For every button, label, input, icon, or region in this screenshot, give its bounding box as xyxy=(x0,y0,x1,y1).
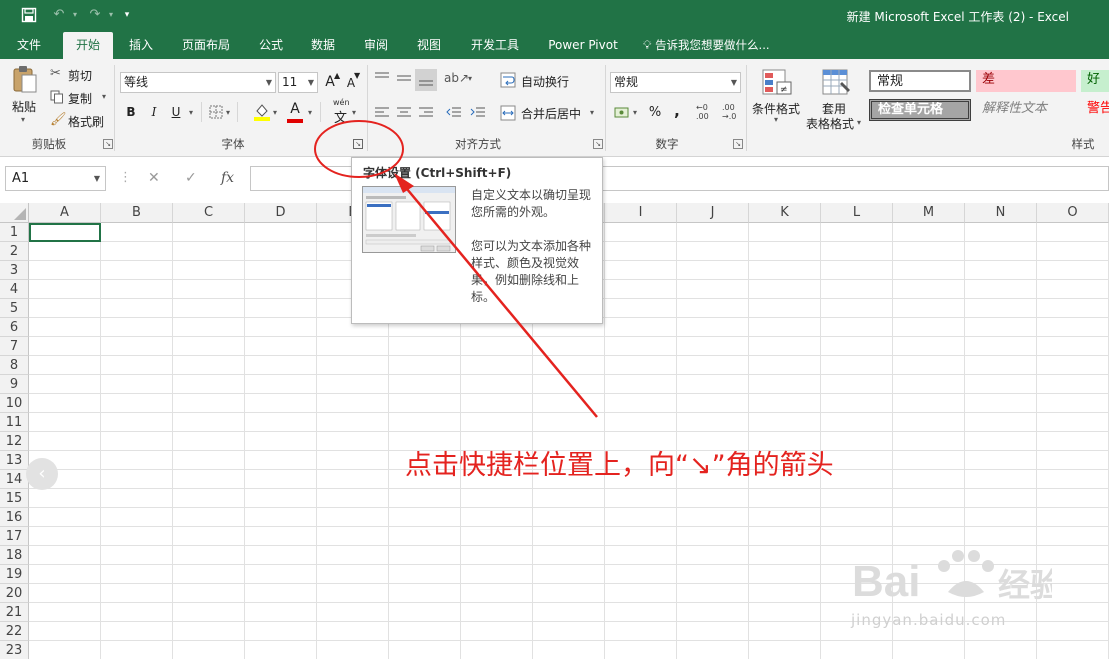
annotation-text: 点击快捷栏位置上，向“↘”角的箭头 xyxy=(405,450,834,481)
annotation-arrow xyxy=(401,182,598,418)
svg-text:经验: 经验 xyxy=(998,566,1052,604)
annotation-arrowhead xyxy=(394,173,414,193)
chevron-left-icon[interactable]: ‹ xyxy=(26,458,58,490)
svg-text:Bai: Bai xyxy=(852,557,920,606)
highlight-circle xyxy=(314,120,404,178)
watermark-url: jingyan.baidu.com xyxy=(851,611,1007,629)
baidu-watermark-logo: Bai 经验 xyxy=(852,550,1052,606)
